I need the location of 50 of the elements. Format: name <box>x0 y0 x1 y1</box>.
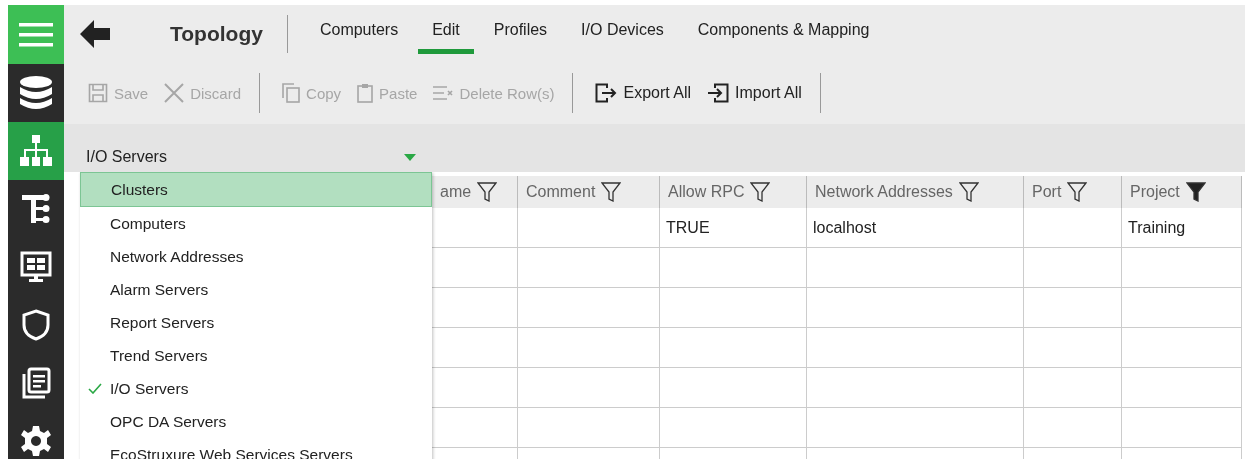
menu-option[interactable]: OPC DA Servers <box>80 405 432 438</box>
column-header[interactable]: Comment <box>518 176 660 208</box>
menu-option[interactable]: Trend Servers <box>80 339 432 372</box>
tab[interactable]: Edit <box>418 13 474 54</box>
table-cell: TRUE <box>660 208 807 248</box>
page-title: Topology <box>170 21 263 46</box>
menu-icon <box>19 21 53 48</box>
tab[interactable]: Computers <box>305 13 413 54</box>
view-dropdown[interactable]: I/O Servers <box>80 148 424 172</box>
documents-icon <box>21 367 51 399</box>
database-icon <box>19 75 53 111</box>
clipboard-icon <box>357 83 374 103</box>
close-icon <box>164 83 185 103</box>
caret-icon <box>404 153 416 161</box>
tab[interactable]: I/O Devices <box>567 13 678 54</box>
table-cell: localhost <box>807 208 1024 248</box>
menu-option[interactable]: Alarm Servers <box>80 273 432 306</box>
column-header[interactable]: ame <box>432 176 518 208</box>
filter-icon[interactable] <box>601 182 622 202</box>
menu-option[interactable]: Report Servers <box>80 306 432 339</box>
column-header[interactable]: Port <box>1024 176 1122 208</box>
tab[interactable]: Components & Mapping <box>683 13 884 54</box>
save-icon <box>88 83 108 103</box>
table-cell: Training <box>1122 208 1242 248</box>
import-icon <box>707 83 730 103</box>
menu-option[interactable]: Clusters <box>80 172 432 207</box>
filter-icon[interactable] <box>750 182 771 202</box>
export-button[interactable]: Export All <box>589 79 698 107</box>
delete-rows-icon <box>433 85 454 101</box>
tab[interactable]: Profiles <box>479 13 562 54</box>
filter-icon[interactable] <box>1185 182 1206 202</box>
settings-icon <box>20 425 52 457</box>
filter-icon[interactable] <box>1067 182 1088 202</box>
filter-icon[interactable] <box>477 182 498 202</box>
dashboard-icon <box>20 251 52 283</box>
import-button[interactable]: Import All <box>701 79 808 107</box>
menu-option[interactable]: Computers <box>80 207 432 240</box>
copy-icon <box>282 83 301 103</box>
back-arrow-icon <box>80 19 110 48</box>
export-icon <box>595 83 618 103</box>
shield-icon <box>22 309 50 341</box>
tree-icon <box>22 193 50 225</box>
hierarchy-icon <box>20 135 52 167</box>
menu-option[interactable]: EcoStruxure Web Services Servers <box>80 438 432 459</box>
filter-icon[interactable] <box>958 182 979 202</box>
column-header[interactable]: Allow RPC <box>660 176 807 208</box>
column-header[interactable]: Project <box>1122 176 1242 208</box>
column-header[interactable]: Network Addresses <box>807 176 1024 208</box>
menu-option[interactable]: Network Addresses <box>80 240 432 273</box>
menu-option[interactable]: I/O Servers <box>80 372 432 405</box>
